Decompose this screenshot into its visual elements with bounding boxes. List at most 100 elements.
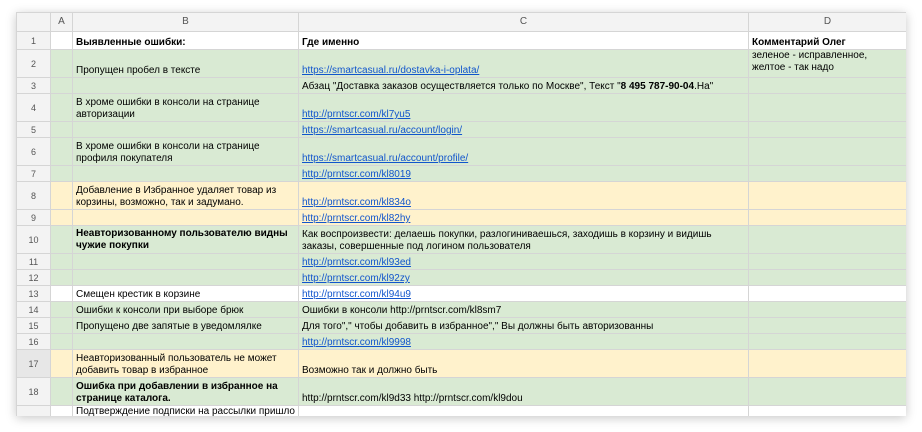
row-number[interactable]: 14 [16, 301, 51, 318]
cell-c[interactable]: http://prntscr.com/kl93ed [298, 253, 749, 270]
cell-a[interactable] [50, 93, 73, 122]
row-number[interactable]: 11 [16, 253, 51, 270]
cell-b[interactable]: Ошибка при добавлении в избранное на стр… [72, 377, 299, 406]
column-header-a[interactable]: A [50, 12, 73, 32]
cell-b[interactable]: Подтверждение подписки на рассылки пришл… [72, 405, 299, 416]
cell-a[interactable] [50, 405, 73, 416]
cell-c[interactable]: Абзац "Доставка заказов осуществляется т… [298, 77, 749, 94]
cell-a[interactable] [50, 209, 73, 226]
cell-c[interactable]: Возможно так и должно быть [298, 349, 749, 378]
cell-a[interactable] [50, 77, 73, 94]
cell-b[interactable]: Ошибки к консоли при выборе брюк [72, 301, 299, 318]
cell-d[interactable] [748, 333, 906, 350]
cell-d[interactable] [748, 121, 906, 138]
cell-d[interactable] [748, 269, 906, 286]
cell-link[interactable]: http://prntscr.com/kl9998 [302, 337, 411, 348]
cell-link[interactable]: http://prntscr.com/kl93ed [302, 257, 411, 268]
cell-c[interactable]: http://prntscr.com/kl8019 [298, 165, 749, 182]
row-number[interactable]: 3 [16, 77, 51, 94]
cell-c[interactable]: Как воспроизвести: делаешь покупки, разл… [298, 225, 749, 254]
row-number[interactable]: 7 [16, 165, 51, 182]
row-number[interactable]: 2 [16, 49, 51, 78]
cell-a[interactable] [50, 253, 73, 270]
cell-d[interactable] [748, 77, 906, 94]
cell-b[interactable] [72, 77, 299, 94]
cell-a[interactable] [50, 317, 73, 334]
cell-link[interactable]: https://smartcasual.ru/account/login/ [302, 125, 462, 136]
cell-d[interactable] [748, 301, 906, 318]
row-number[interactable]: 13 [16, 285, 51, 302]
cell-d[interactable] [748, 349, 906, 378]
cell-b[interactable] [72, 333, 299, 350]
cell-a[interactable] [50, 285, 73, 302]
cell-d[interactable] [748, 165, 906, 182]
row-number[interactable]: 9 [16, 209, 51, 226]
cell-a[interactable] [50, 301, 73, 318]
cell-c[interactable]: http://prntscr.com/kl82hy [298, 209, 749, 226]
row-number[interactable]: 19 [16, 405, 51, 416]
cell-c[interactable]: https://smartcasual.ru/dostavka-i-oplata… [298, 49, 749, 78]
row-number[interactable]: 15 [16, 317, 51, 334]
cell-a[interactable] [50, 181, 73, 210]
select-all-corner[interactable] [16, 12, 51, 32]
cell-link[interactable]: http://prntscr.com/kl7yu5 [302, 109, 410, 120]
cell-link[interactable]: https://smartcasual.ru/account/profile/ [302, 153, 468, 164]
cell-d-comment[interactable]: зеленое - исправленное, желтое - так над… [748, 49, 906, 78]
cell-c[interactable]: http://prntscr.com/kl9d33 http://prntscr… [298, 377, 749, 406]
cell-d[interactable] [748, 137, 906, 166]
cell-b[interactable]: В хроме ошибки в консоли на странице авт… [72, 93, 299, 122]
cell-d[interactable] [748, 285, 906, 302]
cell-d[interactable] [748, 253, 906, 270]
cell-b[interactable]: Добавление в Избранное удаляет товар из … [72, 181, 299, 210]
cell-c-header[interactable]: Где именно [298, 31, 749, 50]
cell-a[interactable] [50, 121, 73, 138]
cell-a[interactable] [50, 49, 73, 78]
column-header-d[interactable]: D [748, 12, 906, 32]
cell-b[interactable] [72, 165, 299, 182]
cell-c[interactable]: http://prntscr.com/kl92zy [298, 269, 749, 286]
cell-a[interactable] [50, 31, 73, 50]
cell-a[interactable] [50, 377, 73, 406]
row-number[interactable]: 16 [16, 333, 51, 350]
cell-d[interactable] [748, 405, 906, 416]
column-header-c[interactable]: C [298, 12, 749, 32]
cell-link[interactable]: http://prntscr.com/kl82hy [302, 213, 410, 224]
cell-link[interactable]: http://prntscr.com/kl834o [302, 197, 411, 208]
row-number[interactable]: 1 [16, 31, 51, 50]
cell-link[interactable]: https://smartcasual.ru/dostavka-i-oplata… [302, 65, 479, 76]
cell-link[interactable]: http://prntscr.com/kl8019 [302, 169, 411, 180]
cell-c[interactable]: http://prntscr.com/kl94u9 [298, 285, 749, 302]
cell-d[interactable] [748, 317, 906, 334]
cell-d[interactable] [748, 93, 906, 122]
cell-a[interactable] [50, 165, 73, 182]
row-number[interactable]: 18 [16, 377, 51, 406]
row-number[interactable]: 12 [16, 269, 51, 286]
cell-d[interactable] [748, 377, 906, 406]
cell-link[interactable]: http://prntscr.com/kl92zy [302, 273, 410, 284]
cell-c[interactable]: http://prntscr.com/kl834o [298, 181, 749, 210]
cell-b[interactable]: Смещен крестик в корзине [72, 285, 299, 302]
cell-a[interactable] [50, 225, 73, 254]
cell-c[interactable] [298, 405, 749, 416]
cell-d[interactable] [748, 209, 906, 226]
cell-d-header[interactable]: Комментарий Олег [748, 31, 906, 50]
cell-c[interactable]: https://smartcasual.ru/account/profile/ [298, 137, 749, 166]
cell-c[interactable]: https://smartcasual.ru/account/login/ [298, 121, 749, 138]
cell-a[interactable] [50, 349, 73, 378]
cell-a[interactable] [50, 333, 73, 350]
cell-b[interactable]: Неавторизованный пользователь не может д… [72, 349, 299, 378]
cell-d[interactable] [748, 181, 906, 210]
cell-b-header[interactable]: Выявленные ошибки: [72, 31, 299, 50]
cell-c[interactable]: http://prntscr.com/kl7yu5 [298, 93, 749, 122]
cell-d[interactable] [748, 225, 906, 254]
row-number[interactable]: 4 [16, 93, 51, 122]
cell-b[interactable] [72, 121, 299, 138]
row-number[interactable]: 6 [16, 137, 51, 166]
row-number[interactable]: 5 [16, 121, 51, 138]
cell-b[interactable] [72, 253, 299, 270]
cell-b[interactable]: Пропущено две запятые в уведомлялке [72, 317, 299, 334]
cell-c[interactable]: http://prntscr.com/kl9998 [298, 333, 749, 350]
row-number[interactable]: 10 [16, 225, 51, 254]
column-header-b[interactable]: B [72, 12, 299, 32]
cell-b[interactable]: Неавторизованному пользователю видны чуж… [72, 225, 299, 254]
